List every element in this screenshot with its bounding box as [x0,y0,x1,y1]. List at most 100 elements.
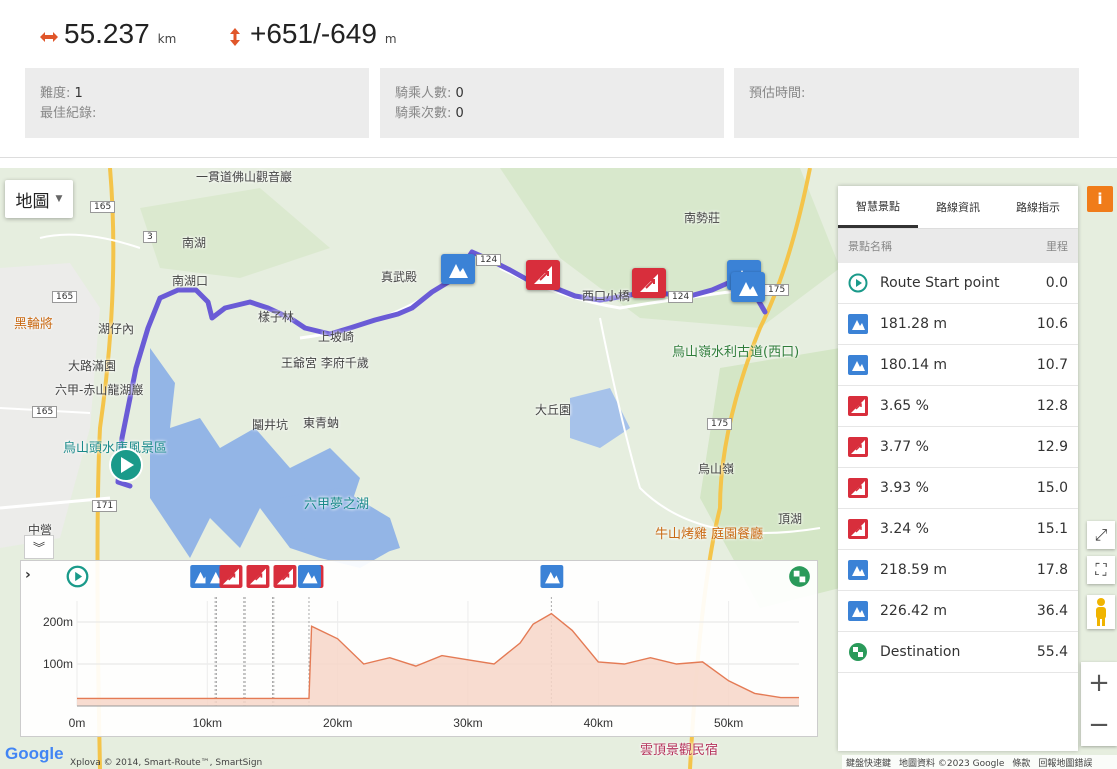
poi-distance: 36.4 [1036,603,1068,619]
peak-icon [848,601,868,621]
collapse-elevation-button[interactable]: ︾ [24,535,54,559]
poi-row[interactable]: 3.24 % 15.1 [838,509,1078,550]
poi-row[interactable]: Destination 55.4 [838,632,1078,673]
map-data-text: 地圖資料 ©2023 Google [899,758,1005,769]
poi-distance: 12.8 [1036,398,1068,414]
peak-icon [848,560,868,580]
map-label: 上坡崎 [318,330,355,344]
map-label: 南湖口 [172,274,209,288]
climb-value: +651/-649 [250,18,377,49]
map-label: 烏山嶺 [698,462,735,476]
poi-row[interactable]: 226.42 m 36.4 [838,591,1078,632]
start-marker-icon[interactable] [66,565,89,588]
elevation-chart: 100m 200m 0m 10km 20km 30km 40km 50km [43,565,810,730]
caret-down-icon: ▼ [55,194,63,204]
panel-tabs: 智慧景點 路線資訊 路線指示 [838,186,1078,229]
tab-smart-poi[interactable]: 智慧景點 [838,186,918,228]
road-shield: 124 [476,254,502,266]
finish-marker-icon[interactable] [789,566,810,587]
climb-marker-icon[interactable] [219,565,243,588]
poi-distance: 12.9 [1036,439,1068,455]
peak-marker-icon[interactable] [297,565,321,588]
poi-panel: 智慧景點 路線資訊 路線指示 景點名稱 里程 Route Start point… [838,186,1078,751]
map-label: 南勢莊 [684,211,721,225]
climb-icon [848,478,868,498]
x-tick-label: 50km [714,716,743,730]
map-label: 大路滿園 [68,359,117,373]
climb-unit: m [384,32,397,46]
map-label: 六甲夢之湖 [304,497,370,512]
map-label: 南湖 [182,236,207,250]
map-label: 六甲-赤山龍湖巖 [55,383,144,397]
poi-row[interactable]: 3.93 % 15.0 [838,468,1078,509]
fit-view-button[interactable]: ⛶ [1087,556,1115,584]
difficulty-box: 難度: 1 最佳紀錄: [25,68,369,138]
info-button[interactable]: i [1087,186,1113,212]
rides-label: 騎乘次數: [395,106,452,121]
climb-icon [848,396,868,416]
keyboard-shortcuts-link[interactable]: 鍵盤快速鍵 [846,756,891,769]
distance-unit: km [157,32,177,46]
poi-distance: 17.8 [1036,562,1068,578]
peak-marker-icon[interactable] [731,272,765,302]
best-record-label: 最佳紀錄: [40,106,97,121]
road-shield: 165 [90,201,116,213]
zoom-in-button[interactable]: + [1081,662,1117,704]
poi-distance: 15.0 [1036,480,1068,496]
poi-name: 180.14 m [880,357,948,373]
climb-marker-icon[interactable] [273,565,297,588]
fullscreen-button[interactable]: ⤢ [1087,521,1115,549]
poi-row[interactable]: Route Start point 0.0 [838,263,1078,304]
poi-name: Destination [880,644,961,660]
map-type-dropdown[interactable]: 地圖 ▼ [5,180,73,218]
y-tick-label: 100m [43,657,73,671]
map-label: 東青蚋 [303,416,340,430]
road-shield: 124 [668,291,694,303]
peak-marker-icon[interactable] [540,565,564,588]
poi-name: 3.93 % [880,480,929,496]
fullscreen-icon: ⤢ [1094,525,1108,544]
poi-distance: 55.4 [1036,644,1068,660]
pegman-icon [1096,598,1106,626]
peak-marker-icon[interactable] [441,254,475,284]
report-error-link[interactable]: 回報地圖錯誤 [1038,756,1092,769]
terms-link[interactable]: 條款 [1012,756,1030,769]
tab-route-info[interactable]: 路線資訊 [918,186,998,228]
x-tick-label: 10km [193,716,222,730]
start-marker-icon[interactable] [108,447,144,483]
poi-row[interactable]: 218.59 m 17.8 [838,550,1078,591]
poi-name: 3.24 % [880,521,929,537]
poi-name-header: 景點名稱 [848,240,892,253]
poi-row[interactable]: 180.14 m 10.7 [838,345,1078,386]
distance-stat: 55.237 km [38,18,176,50]
poi-table-header: 景點名稱 里程 [838,229,1078,263]
poi-row[interactable]: 181.28 m 10.6 [838,304,1078,345]
poi-distance: 10.6 [1036,316,1068,332]
zoom-out-button[interactable]: − [1081,704,1117,746]
climb-marker-icon[interactable] [246,565,270,588]
expand-chevron-icon[interactable]: › [25,567,31,583]
x-tick-label: 20km [323,716,352,730]
poi-row[interactable]: 3.65 % 12.8 [838,386,1078,427]
riders-value: 0 [455,86,464,101]
poi-row[interactable]: 3.77 % 12.9 [838,427,1078,468]
peak-icon [848,314,868,334]
poi-list: Route Start point 0.0 181.28 m 10.6 180.14 m… [838,263,1078,673]
x-tick-label: 30km [453,716,482,730]
map-label: 真武殿 [381,270,418,284]
street-view-pegman[interactable] [1087,595,1115,629]
peak-icon [848,355,868,375]
finish-icon [848,642,868,662]
climb-marker-icon[interactable] [632,268,666,298]
map-label: 樣子林 [258,310,295,324]
road-shield: 175 [707,418,733,430]
climb-stat: +651/-649 m [224,18,397,50]
start-icon [848,273,868,293]
climb-marker-icon[interactable] [526,260,560,290]
map-label: 烏山嶺水利古道(西口) [672,345,800,360]
tab-directions[interactable]: 路線指示 [998,186,1078,228]
road-shield: 165 [32,406,58,418]
x-tick-label: 40km [584,716,613,730]
estimated-time-box: 預估時間: [734,68,1079,138]
elevation-area [77,613,799,706]
